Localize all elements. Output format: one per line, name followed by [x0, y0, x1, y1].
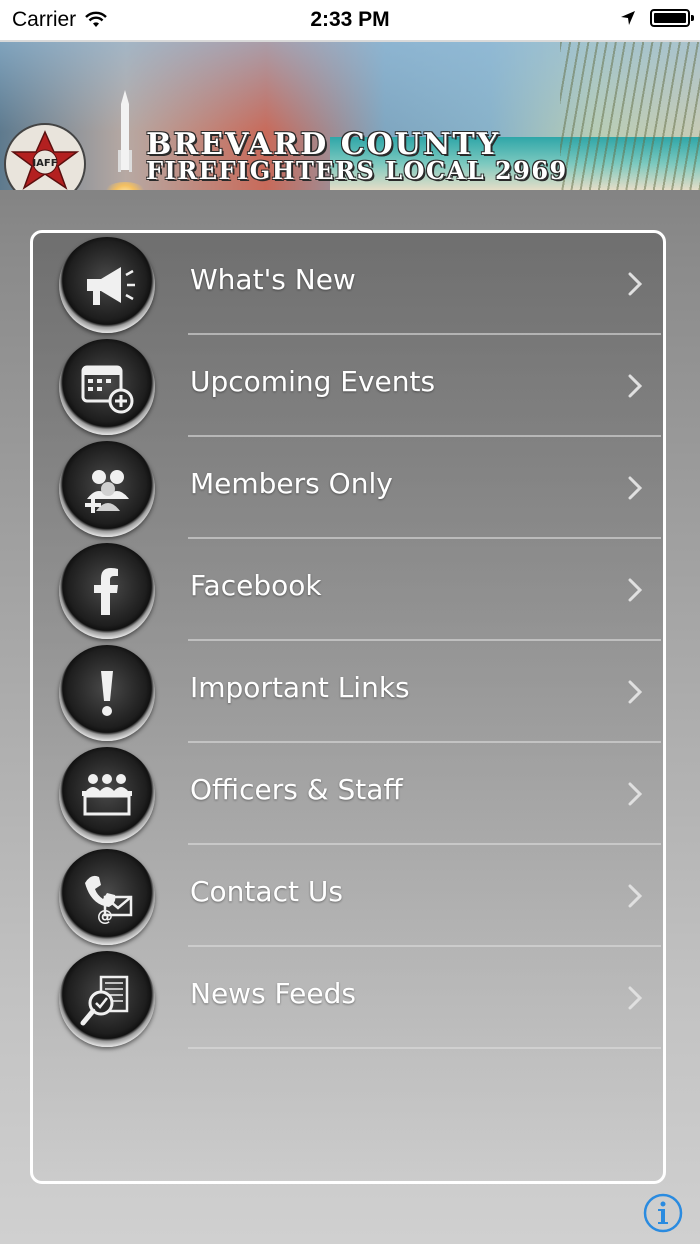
news-search-icon	[59, 951, 155, 1047]
chevron-right-icon	[628, 782, 643, 806]
facebook-icon	[59, 543, 155, 639]
menu-item-label: Officers & Staff	[190, 773, 403, 806]
menu-item-upcoming-events[interactable]: Upcoming Events	[33, 335, 663, 437]
menu-item-label: Facebook	[190, 569, 322, 602]
battery-icon	[650, 9, 694, 27]
officers-podium-icon	[59, 747, 155, 843]
menu-item-officers-staff[interactable]: Officers & Staff	[33, 743, 663, 845]
rocket-icon	[118, 90, 132, 172]
menu-panel: What's New Upcoming Events Members Only …	[30, 230, 666, 1184]
members-add-icon	[59, 441, 155, 537]
menu-item-label: Upcoming Events	[190, 365, 436, 398]
menu-item-label: Members Only	[190, 467, 393, 500]
svg-text:@: @	[97, 906, 113, 925]
info-icon[interactable]	[642, 1192, 684, 1234]
banner-grass	[560, 42, 700, 190]
iaff-logo-icon: IAFF	[4, 123, 86, 190]
location-arrow-icon	[621, 11, 635, 25]
chevron-right-icon	[628, 884, 643, 908]
menu-item-members-only[interactable]: Members Only	[33, 437, 663, 539]
menu-item-label: Important Links	[190, 671, 410, 704]
banner-subtitle: FIREFIGHTERS LOCAL 2969	[146, 156, 568, 185]
status-time: 2:33 PM	[310, 8, 390, 31]
menu-item-label: News Feeds	[190, 977, 356, 1010]
status-right	[620, 9, 694, 27]
chevron-right-icon	[628, 476, 643, 500]
menu-item-important-links[interactable]: Important Links	[33, 641, 663, 743]
menu-item-news-feeds[interactable]: News Feeds	[33, 947, 663, 1049]
chevron-right-icon	[628, 578, 643, 602]
megaphone-icon	[59, 237, 155, 333]
chevron-right-icon	[628, 272, 643, 296]
chevron-right-icon	[628, 986, 643, 1010]
divider	[188, 1047, 661, 1049]
rocket-flame	[100, 182, 150, 190]
exclamation-icon	[59, 645, 155, 741]
status-bar: Carrier 2:33 PM	[0, 0, 700, 40]
menu-item-label: Contact Us	[190, 875, 343, 908]
chevron-right-icon	[628, 374, 643, 398]
chevron-right-icon	[628, 680, 643, 704]
phone-mail-icon: @	[59, 849, 155, 945]
svg-text:IAFF: IAFF	[32, 158, 57, 169]
menu-item-whats-new[interactable]: What's New	[33, 233, 663, 335]
menu-item-facebook[interactable]: Facebook	[33, 539, 663, 641]
menu-item-label: What's New	[190, 263, 356, 296]
menu-item-contact-us[interactable]: @ Contact Us	[33, 845, 663, 947]
calendar-add-icon	[59, 339, 155, 435]
